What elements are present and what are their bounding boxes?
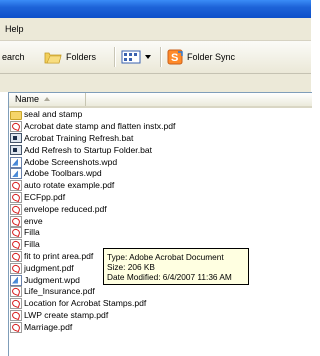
batch-file-icon: [10, 133, 22, 144]
list-item-name: Filla: [24, 239, 40, 250]
list-item-name: fit to print area.pdf: [24, 250, 94, 261]
pdf-file-icon: [10, 239, 22, 251]
pdf-file-icon: [10, 121, 22, 133]
list-item-name: envelope reduced.pdf: [24, 203, 107, 214]
list-item-name: ECFpp.pdf: [24, 191, 66, 202]
menu-help[interactable]: Help: [5, 24, 24, 34]
folder-sync-button[interactable]: S Folder Sync: [167, 49, 235, 65]
list-item-name: Add Refresh to Startup Folder.bat: [24, 144, 153, 155]
folder-icon: [10, 111, 22, 121]
wpd-file-icon: [10, 168, 22, 180]
folder-sync-button-label: Folder Sync: [187, 52, 236, 62]
list-item-name: Adobe Toolbars.wpd: [24, 168, 102, 179]
window-title-bar: [0, 0, 311, 18]
search-button-label: earch: [2, 52, 25, 62]
list-item[interactable]: envelope reduced.pdf: [9, 203, 312, 215]
wpd-file-icon: [10, 274, 22, 286]
list-item[interactable]: LWP create stamp.pdf: [9, 309, 312, 322]
pdf-file-icon: [10, 286, 22, 298]
pdf-file-icon: [10, 180, 22, 192]
list-item[interactable]: ECFpp.pdf: [9, 191, 312, 204]
menu-bar: Help: [0, 18, 311, 41]
views-button[interactable]: [121, 49, 151, 65]
list-item-name: Filla: [24, 227, 40, 238]
folder-sync-icon: S: [167, 49, 183, 65]
pdf-file-icon: [10, 250, 22, 262]
list-item-name: Life_Insurance.pdf: [24, 286, 95, 297]
list-item[interactable]: Acrobat Training Refresh.bat: [9, 133, 312, 145]
file-list: Name seal and stamp Acrobat date stamp an…: [8, 92, 312, 356]
list-item[interactable]: Filla: [9, 227, 312, 239]
folders-button[interactable]: Folders: [44, 49, 96, 65]
pdf-file-icon: [10, 227, 22, 239]
tooltip-date-modified: Date Modified: 6/4/2007 11:36 AM: [107, 272, 232, 282]
pane-frame: [0, 74, 311, 92]
list-item-name: auto rotate example.pdf: [24, 180, 115, 191]
toolbar: earch Folders S Folder Sync: [0, 41, 311, 74]
column-header-name[interactable]: Name: [9, 93, 86, 106]
folders-button-label: Folders: [66, 52, 97, 62]
views-icon: [121, 50, 141, 64]
list-item-name: seal and stamp: [24, 109, 83, 120]
batch-file-icon: [10, 145, 22, 156]
chevron-down-icon[interactable]: [145, 54, 151, 60]
toolbar-separator-2: [160, 47, 162, 67]
list-item[interactable]: Adobe Screenshots.wpd: [9, 156, 312, 168]
list-item[interactable]: Life_Insurance.pdf: [9, 286, 312, 298]
list-item-name: Adobe Screenshots.wpd: [24, 156, 118, 167]
list-item-name: LWP create stamp.pdf: [24, 309, 109, 320]
column-header-row: Name: [9, 93, 312, 108]
list-item-name: Judgment.wpd: [24, 274, 80, 285]
list-item[interactable]: auto rotate example.pdf: [9, 180, 312, 192]
tooltip-size: Size: 206 KB: [107, 262, 155, 272]
pdf-file-icon: [10, 309, 22, 321]
list-item-name: Location for Acrobat Stamps.pdf: [24, 298, 147, 309]
pdf-file-icon: [10, 203, 22, 215]
list-item[interactable]: Acrobat date stamp and flatten instx.pdf: [9, 121, 312, 133]
file-rows: seal and stamp Acrobat date stamp and fla…: [9, 109, 312, 333]
pdf-file-icon: [10, 298, 22, 310]
toolbar-separator: [114, 47, 116, 67]
wpd-file-icon: [10, 156, 22, 168]
folders-icon: [44, 52, 62, 64]
list-item-name: enve: [24, 215, 43, 226]
list-item-name: judgment.pdf: [24, 262, 74, 273]
list-item-name: Acrobat date stamp and flatten instx.pdf: [24, 121, 176, 132]
list-item[interactable]: Marriage.pdf: [9, 321, 312, 333]
list-item-name: Marriage.pdf: [24, 321, 73, 332]
pdf-file-icon: [10, 215, 22, 227]
sort-ascending-icon: [44, 97, 50, 101]
svg-text:S: S: [171, 52, 178, 64]
search-button[interactable]: earch: [2, 49, 25, 65]
list-item[interactable]: seal and stamp: [9, 109, 312, 121]
pdf-file-icon: [10, 262, 22, 274]
list-item-name: Acrobat Training Refresh.bat: [24, 132, 134, 143]
list-item[interactable]: Location for Acrobat Stamps.pdf: [9, 298, 312, 310]
file-info-tooltip: Type: Adobe Acrobat Document Size: 206 K…: [103, 248, 249, 285]
list-item[interactable]: Add Refresh to Startup Folder.bat: [9, 144, 312, 156]
list-item[interactable]: Adobe Toolbars.wpd: [9, 168, 312, 180]
pdf-file-icon: [10, 321, 22, 333]
list-item[interactable]: enve: [9, 215, 312, 227]
tooltip-type: Type: Adobe Acrobat Document: [107, 252, 224, 262]
pdf-file-icon: [10, 191, 22, 203]
column-header-label: Name: [15, 94, 40, 104]
